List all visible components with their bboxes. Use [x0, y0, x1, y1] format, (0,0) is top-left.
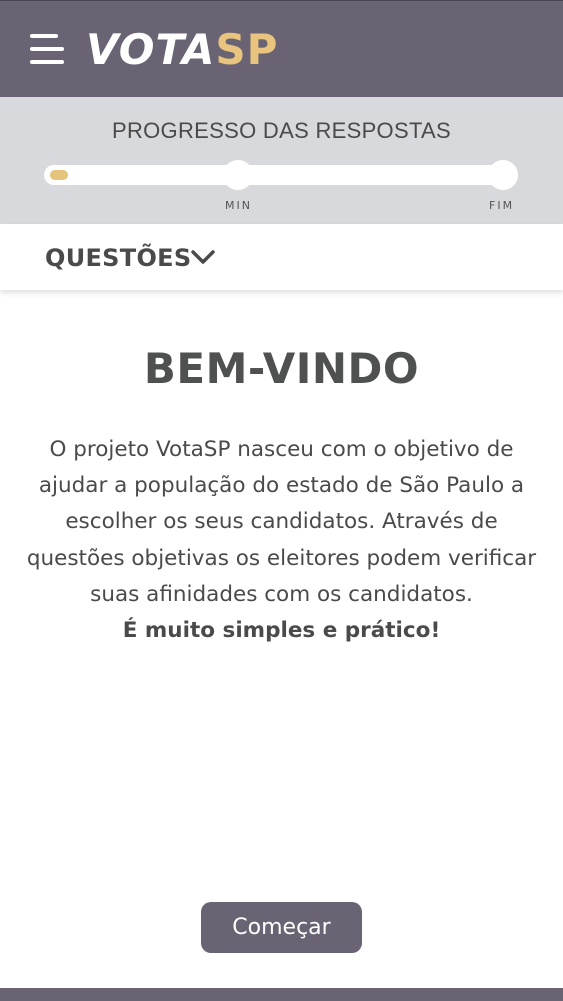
- chevron-down-icon[interactable]: [190, 247, 216, 267]
- welcome-title: BEM-VINDO: [143, 344, 420, 393]
- welcome-emphasis: É muito simples e prático!: [122, 618, 441, 644]
- welcome-text: O projeto VotaSP nasceu com o objetivo d…: [20, 432, 543, 649]
- menu-bar-middle: [30, 47, 64, 51]
- questions-dropdown[interactable]: QUESTÕES: [0, 224, 563, 290]
- app-logo[interactable]: VOTASP: [86, 27, 278, 73]
- hamburger-menu-icon[interactable]: [28, 31, 66, 69]
- start-button[interactable]: Começar: [201, 902, 362, 953]
- progress-section: PROGRESSO DAS RESPOSTAS MIN FIM: [0, 97, 563, 224]
- progress-fill: [50, 170, 68, 180]
- logo-text-vota: VOTA: [86, 25, 216, 74]
- logo-text-sp: SP: [215, 25, 279, 74]
- welcome-description: O projeto VotaSP nasceu com o objetivo d…: [26, 437, 537, 607]
- milestone-min-marker: [223, 160, 253, 190]
- footer-bar: [0, 988, 563, 1001]
- menu-bar-bottom: [30, 60, 64, 64]
- progress-title: PROGRESSO DAS RESPOSTAS: [111, 118, 452, 143]
- progress-track: [44, 160, 518, 190]
- milestone-min-label: MIN: [225, 199, 252, 212]
- app-header: VOTASP: [0, 0, 563, 97]
- page: VOTASP PROGRESSO DAS RESPOSTAS MIN FIM Q…: [0, 0, 563, 1001]
- milestone-end-label: FIM: [489, 199, 515, 212]
- menu-bar-top: [30, 34, 58, 38]
- milestone-end-marker: [488, 160, 518, 190]
- questions-label: QUESTÕES: [45, 244, 192, 272]
